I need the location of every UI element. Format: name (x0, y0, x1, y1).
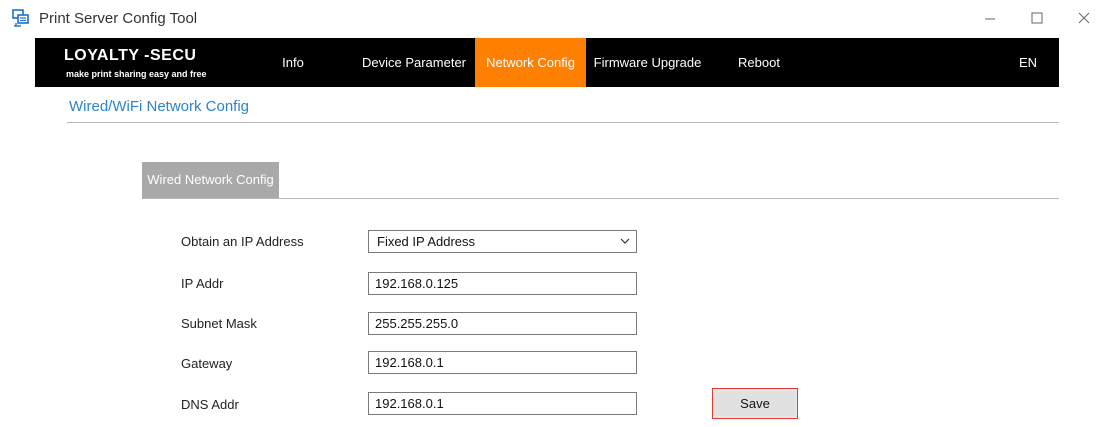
chevron-down-icon (620, 238, 630, 244)
tab-firmware-upgrade[interactable]: Firmware Upgrade (588, 38, 707, 87)
maximize-icon[interactable] (1026, 7, 1048, 29)
save-button[interactable]: Save (712, 388, 798, 419)
brand-logo: LOYALTY -SECU (64, 47, 197, 64)
minimize-icon[interactable] (979, 7, 1001, 29)
tab-reboot[interactable]: Reboot (735, 38, 783, 87)
window-title: Print Server Config Tool (39, 10, 198, 27)
tab-wired-network-config[interactable]: Wired Network Config (142, 162, 279, 198)
subnet-mask-input[interactable] (368, 312, 637, 335)
gateway-label: Gateway (181, 356, 233, 371)
gateway-input[interactable] (368, 351, 637, 374)
obtain-ip-label: Obtain an IP Address (181, 234, 304, 249)
section-divider (142, 198, 1059, 199)
tab-network-config[interactable]: Network Config (475, 38, 586, 87)
ip-addr-input[interactable] (368, 272, 637, 295)
printer-network-icon (12, 9, 29, 27)
subnet-mask-label: Subnet Mask (181, 316, 257, 331)
obtain-ip-select[interactable]: Fixed IP Address (368, 230, 637, 253)
close-icon[interactable] (1073, 7, 1095, 29)
window-titlebar: Print Server Config Tool (0, 0, 1108, 38)
save-button-label: Save (740, 396, 770, 411)
dns-addr-input[interactable] (368, 392, 637, 415)
tab-device-parameter[interactable]: Device Parameter (358, 38, 470, 87)
title-divider (67, 122, 1059, 123)
tab-info[interactable]: Info (273, 38, 313, 87)
language-selector[interactable]: EN (1013, 38, 1043, 87)
obtain-ip-selected-value: Fixed IP Address (377, 234, 476, 249)
brand-tagline: make print sharing easy and free (66, 69, 207, 79)
ip-addr-label: IP Addr (181, 276, 224, 291)
dns-addr-label: DNS Addr (181, 397, 239, 412)
page-title: Wired/WiFi Network Config (69, 98, 250, 115)
main-navbar: LOYALTY -SECU make print sharing easy an… (35, 38, 1059, 87)
